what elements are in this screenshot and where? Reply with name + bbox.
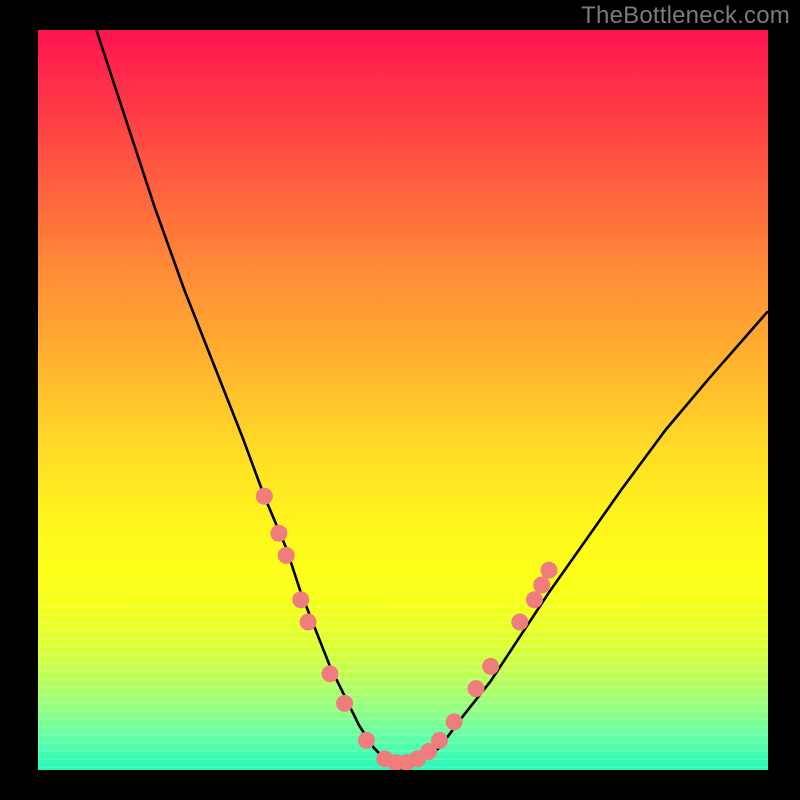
highlight-dot <box>300 614 317 631</box>
highlight-dot <box>292 591 309 608</box>
highlight-dot <box>336 695 353 712</box>
highlight-dot <box>256 488 273 505</box>
highlight-dot <box>446 713 463 730</box>
highlight-dots-group <box>256 488 558 770</box>
highlight-dot <box>541 562 558 579</box>
highlight-dot <box>431 732 448 749</box>
highlight-dot <box>533 577 550 594</box>
curve-layer <box>38 30 768 770</box>
highlight-dot <box>526 591 543 608</box>
highlight-dot <box>482 658 499 675</box>
highlight-dot <box>278 547 295 564</box>
plot-area <box>38 30 768 770</box>
bottleneck-curve-path <box>96 30 768 770</box>
watermark-label: TheBottleneck.com <box>581 2 790 30</box>
highlight-dot <box>468 680 485 697</box>
chart-frame: TheBottleneck.com <box>0 0 800 800</box>
highlight-dot <box>270 525 287 542</box>
highlight-dot <box>511 614 528 631</box>
highlight-dot <box>358 732 375 749</box>
highlight-dot <box>322 665 339 682</box>
